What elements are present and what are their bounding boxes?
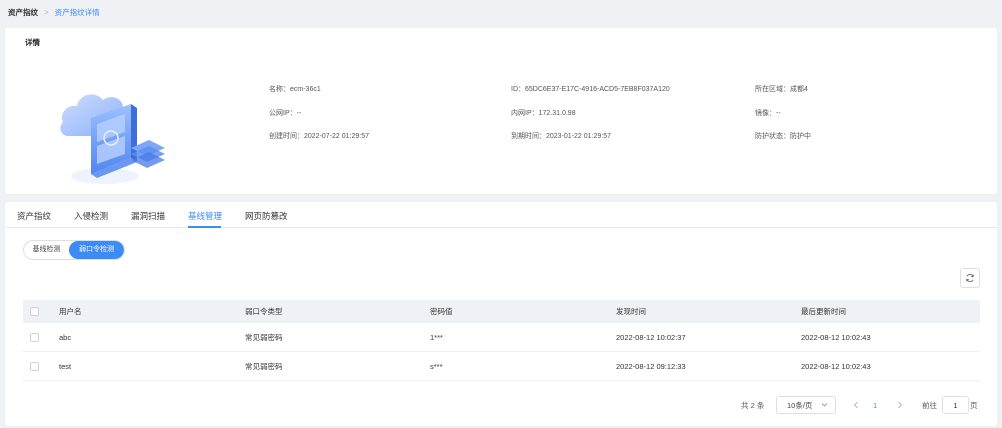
pagination-total: 共 2 条 (741, 401, 765, 410)
segment-baseline-check[interactable]: 基线检测 (24, 241, 69, 259)
info-public-ip: 公网IP：-- (269, 110, 302, 117)
weak-password-table: 用户名 弱口令类型 密码值 发现时间 最后更新时间 abc 常见弱密码 1***… (23, 300, 980, 381)
chevron-down-icon (821, 403, 828, 407)
info-created-time: 创建时间：2022-07-22 01:29:57 (269, 133, 369, 140)
breadcrumb: 资产指纹 > 资产指纹详情 (8, 6, 100, 18)
tab-bar: 资产指纹 入侵检测 漏洞扫描 基线管理 网页防篡改 (5, 202, 997, 228)
segment-weak-password-check[interactable]: 弱口令检测 (69, 241, 124, 259)
cell-found-time: 2022-08-12 09:12:33 (616, 361, 686, 371)
row-checkbox[interactable] (30, 361, 39, 371)
goto-page-suffix: 页 (970, 401, 978, 410)
info-private-ip: 内网IP：172.31.0.98 (511, 110, 576, 117)
refresh-icon (966, 274, 974, 282)
tab-intrusion-detection[interactable]: 入侵检测 (74, 210, 108, 222)
tab-web-tamper-protection[interactable]: 网页防篡改 (245, 210, 288, 222)
cell-updated-time: 2022-08-12 10:02:43 (801, 361, 871, 371)
goto-label: 前往 (922, 401, 937, 410)
column-header-password: 密码值 (430, 307, 453, 316)
cell-password: 1*** (430, 332, 443, 342)
select-all-checkbox[interactable] (30, 307, 39, 316)
detail-card: 详情 名称：ecm-36c1 ID：65DC6E37-E17C-4916-ACD… (5, 28, 997, 194)
check-type-segment: 基线检测 弱口令检测 (23, 240, 125, 260)
cell-username: abc (59, 332, 72, 342)
breadcrumb-current: 资产指纹详情 (54, 7, 100, 17)
page-number-current[interactable]: 1 (873, 398, 877, 414)
column-header-updated-time: 最后更新时间 (801, 307, 846, 316)
info-id: ID：65DC6E37-E17C-4916-ACD5-7EB8F037A120 (511, 86, 670, 93)
next-page-icon[interactable] (895, 399, 905, 411)
breadcrumb-separator-icon: > (44, 7, 49, 17)
info-protection-status: 防护状态：防护中 (755, 133, 811, 140)
info-expire-time: 到期时间：2023-01-22 01:29:57 (511, 133, 611, 140)
prev-page-icon[interactable] (851, 399, 861, 411)
cell-password: s*** (430, 361, 443, 371)
info-name: 名称：ecm-36c1 (269, 86, 321, 93)
row-checkbox[interactable] (30, 332, 39, 342)
tab-vuln-scan[interactable]: 漏洞扫描 (131, 210, 165, 222)
cell-weak-type: 常见弱密码 (245, 332, 283, 342)
info-image: 镜像：-- (755, 110, 781, 117)
page-size-select[interactable]: 10条/页 (776, 396, 836, 414)
cell-updated-time: 2022-08-12 10:02:43 (801, 332, 871, 342)
column-header-found-time: 发现时间 (616, 307, 646, 316)
goto-page-input[interactable] (942, 396, 969, 414)
page-size-value: 10条/页 (787, 400, 813, 410)
table-row[interactable]: abc 常见弱密码 1*** 2022-08-12 10:02:37 2022-… (23, 323, 980, 352)
table-header: 用户名 弱口令类型 密码值 发现时间 最后更新时间 (23, 300, 980, 323)
cell-username: test (59, 361, 72, 371)
baseline-card: 资产指纹 入侵检测 漏洞扫描 基线管理 网页防篡改 基线检测 弱口令检测 用户名… (5, 202, 997, 426)
tab-baseline-management[interactable]: 基线管理 (188, 210, 222, 222)
detail-title: 详情 (25, 38, 40, 47)
cell-found-time: 2022-08-12 10:02:37 (616, 332, 686, 342)
column-header-username: 用户名 (59, 307, 82, 316)
info-region: 所在区域：成都4 (755, 86, 808, 93)
table-row[interactable]: test 常见弱密码 s*** 2022-08-12 09:12:33 2022… (23, 352, 980, 381)
refresh-button[interactable] (960, 268, 980, 288)
breadcrumb-root[interactable]: 资产指纹 (8, 7, 38, 18)
tab-active-indicator (188, 226, 221, 228)
server-cloud-illustration-icon (60, 94, 165, 184)
column-header-weak-type: 弱口令类型 (245, 307, 283, 316)
cell-weak-type: 常见弱密码 (245, 361, 283, 371)
tab-asset-fingerprint[interactable]: 资产指纹 (17, 210, 51, 222)
